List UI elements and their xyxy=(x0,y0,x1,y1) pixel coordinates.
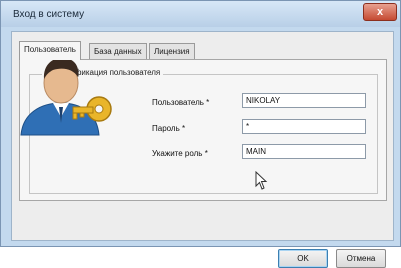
password-field[interactable]: * xyxy=(242,119,366,134)
password-label: Пароль * xyxy=(152,124,186,133)
role-field[interactable]: MAIN xyxy=(242,144,366,159)
tab-user[interactable]: Пользователь xyxy=(19,41,81,60)
window-title: Вход в систему xyxy=(13,9,85,20)
ok-button[interactable]: OK xyxy=(278,249,328,268)
user-field[interactable]: NIKOLAY xyxy=(242,93,366,108)
login-window: Вход в систему x Пользователь База данны… xyxy=(0,0,401,268)
user-label: Пользователь * xyxy=(152,98,210,107)
close-button[interactable]: x xyxy=(363,3,397,21)
tab-license[interactable]: Лицензия xyxy=(149,43,195,59)
title-bar[interactable]: Вход в систему x xyxy=(1,1,400,27)
cancel-button[interactable]: Отмена xyxy=(336,249,386,268)
role-label: Укажите роль * xyxy=(152,149,208,158)
mouse-pointer-icon xyxy=(255,171,268,190)
